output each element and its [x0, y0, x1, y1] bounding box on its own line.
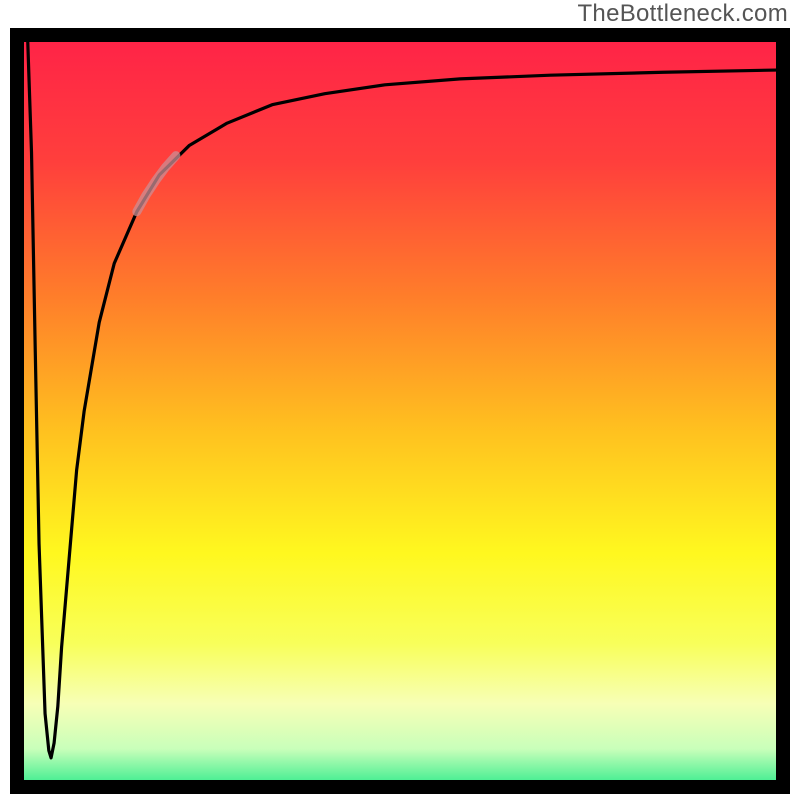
chart-frame: TheBottleneck.com [0, 0, 800, 800]
primary-curve [28, 42, 776, 758]
watermark-text: TheBottleneck.com [577, 0, 788, 28]
chart-plot-area [10, 28, 790, 794]
chart-lines [24, 42, 776, 780]
accent-segment [137, 156, 176, 212]
